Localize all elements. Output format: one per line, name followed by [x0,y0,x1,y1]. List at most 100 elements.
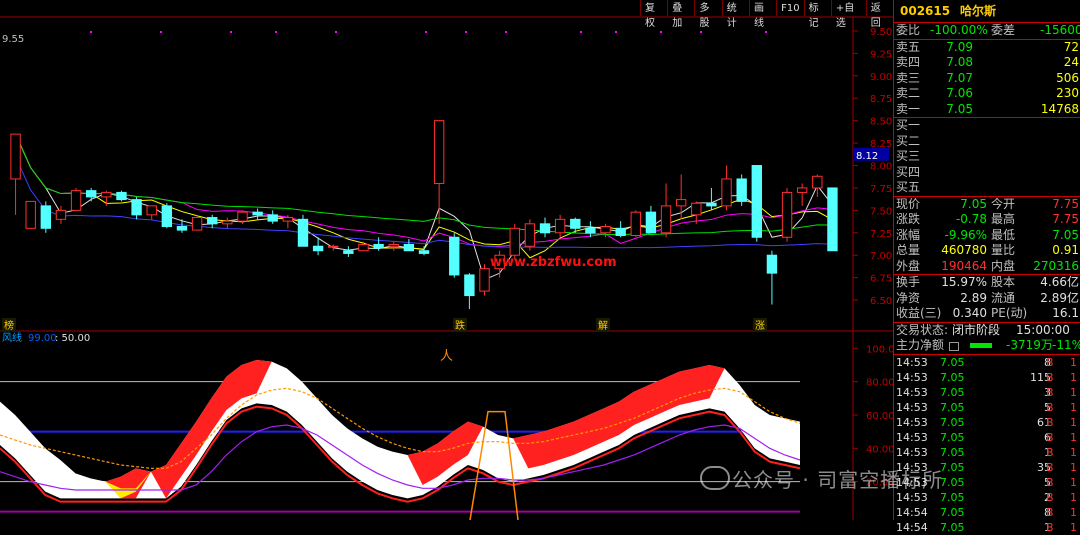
flow-bar [970,343,992,348]
weibi-row: 委比 -100.00% 委差 -15600 [894,23,1080,40]
trade-price: 7.05 [940,460,965,474]
bid-row: 买三 [894,149,1080,165]
quote-value-2: 7.05 [1052,227,1079,242]
candle-body [86,190,97,198]
main-flow-pct: -11% [1052,338,1080,352]
candle-body [101,191,112,198]
candle-body [191,217,203,231]
price-tick-label: 6.75 [870,274,892,285]
trade-time: 14:53 [896,355,928,369]
top-marker-dot [230,31,232,33]
candle-body [570,218,581,229]
trade-time: 14:53 [896,385,928,399]
ask-price: 7.06 [946,86,973,100]
event-label: 跌 [455,319,465,332]
event-label: 榜 [4,319,14,332]
ask-label: 卖三 [896,70,921,85]
quote-label-2: 最高 [991,212,1016,226]
top-marker-dot [160,31,162,33]
chart-area[interactable]: 复权 叠加 多股 统计 画线 F10 标记 +自选 返回 9.55 9.50 9.25 9.00 8.7… [0,0,893,520]
watermark: 公众号 · 司富空播标所 [732,468,944,492]
kline-chart[interactable]: 9.559.509.259.008.758.508.258.007.757.50… [0,0,893,520]
trade-price: 7.05 [940,445,965,459]
indicator-value-a: 99.00 [28,333,57,344]
trade-time: 14:53 [896,430,928,444]
price-tick-label: 9.00 [870,72,892,83]
trade-row: 14:53 7.05 61 B 1 [894,415,1080,430]
candle-body [509,227,520,256]
stat-label-2: 流通 [991,290,1016,305]
top-marker-dot [465,31,467,33]
trade-time: 14:53 [896,415,928,429]
indicator-tick-label: 40.00 [866,444,893,455]
stat-label: 收益(三) [896,306,942,320]
price-tick-label: 6.50 [870,296,892,307]
trade-direction: B [1046,370,1054,384]
quote-list: 现价 7.05 今开 7.75 涨跌 -0.78 最高 7.75 涨幅 -9.96% 最低 7.05 总… [894,197,1080,275]
candle-body [161,205,173,228]
candle-body [464,274,475,297]
bid-row: 买二 [894,134,1080,150]
candle-body [10,133,21,180]
quote-row: 涨跌 -0.78 最高 7.75 [894,212,1080,228]
candle-body [554,218,566,234]
candle-body [766,254,778,274]
trade-direction: B [1046,385,1054,399]
website-text: www.zbzfwu.com [490,255,617,270]
ask-label: 卖四 [896,55,921,69]
ask-volume: 14768 [1040,101,1079,116]
candle-body [645,211,657,234]
trade-row: 14:53 7.05 1 B 1 [894,445,1080,460]
main-flow-row[interactable]: 主力净额 -3719万 -11% [894,338,1080,355]
main-flow-value: -3719万 [1006,338,1053,352]
ask-row: 卖五 7.09 72 [894,40,1080,56]
price-tick-label: 8.50 [870,117,892,128]
ask-volume: 72 [1063,39,1079,54]
stat-value-2: 16.1 [1052,306,1079,320]
trade-list[interactable]: 14:53 7.05 8 B 1 14:53 7.05 115 B 1 14:53 7.05 3 B 1 14… [894,355,1080,535]
trade-count: 1 [1070,430,1077,444]
stat-row: 换手 15.97% 股本 4.66亿 [894,275,1080,291]
trade-row: 14:54 7.05 1 B 1 [894,520,1080,535]
candle-body [252,211,263,216]
stat-row: 净资 2.89 流通 2.89亿 [894,291,1080,307]
trade-row: 14:54 7.05 8 B 1 [894,505,1080,520]
trade-price: 7.05 [940,505,965,519]
candle-body [237,211,248,222]
trade-row: 14:53 7.05 6 B 1 [894,430,1080,445]
quote-row: 外盘 190464 内盘 270316 [894,259,1080,275]
candle-body [660,205,672,234]
price-tick-label: 8.75 [870,94,892,105]
candle-body [675,199,687,207]
menu-icon[interactable] [949,342,959,351]
candle-body [812,175,823,189]
quote-label: 涨跌 [896,212,921,226]
trade-price: 7.05 [940,490,965,504]
trade-price: 7.05 [940,415,965,429]
quote-value: 190464 [941,258,987,273]
ask-label: 卖五 [896,39,921,54]
price-tick-label: 8.00 [870,162,892,173]
bid-label: 买四 [896,164,921,179]
bid-row: 买一 [894,118,1080,134]
bid-list: 买一 买二 买三 买四 买五 [894,118,1080,197]
price-tick-label: 7.75 [870,184,892,195]
trade-count: 1 [1070,445,1077,459]
top-marker-dot [275,31,277,33]
ma10-line [15,133,833,259]
ma20-line [15,133,833,247]
candle-body [751,165,762,238]
weicha-label: 委差 [991,23,1016,37]
candle-body [827,187,838,252]
trade-price: 7.05 [940,520,965,534]
stock-title: 002615 哈尔斯 [894,0,1080,23]
trade-price: 7.05 [940,430,965,444]
stat-value-2: 4.66亿 [1040,275,1079,289]
price-tick-label: 9.50 [870,27,892,38]
candle-body [691,202,702,216]
candle-body [328,245,339,248]
trade-direction: B [1046,400,1054,414]
ask-row: 卖四 7.08 24 [894,55,1080,71]
trade-count: 1 [1070,520,1077,534]
candle-body [282,217,294,222]
